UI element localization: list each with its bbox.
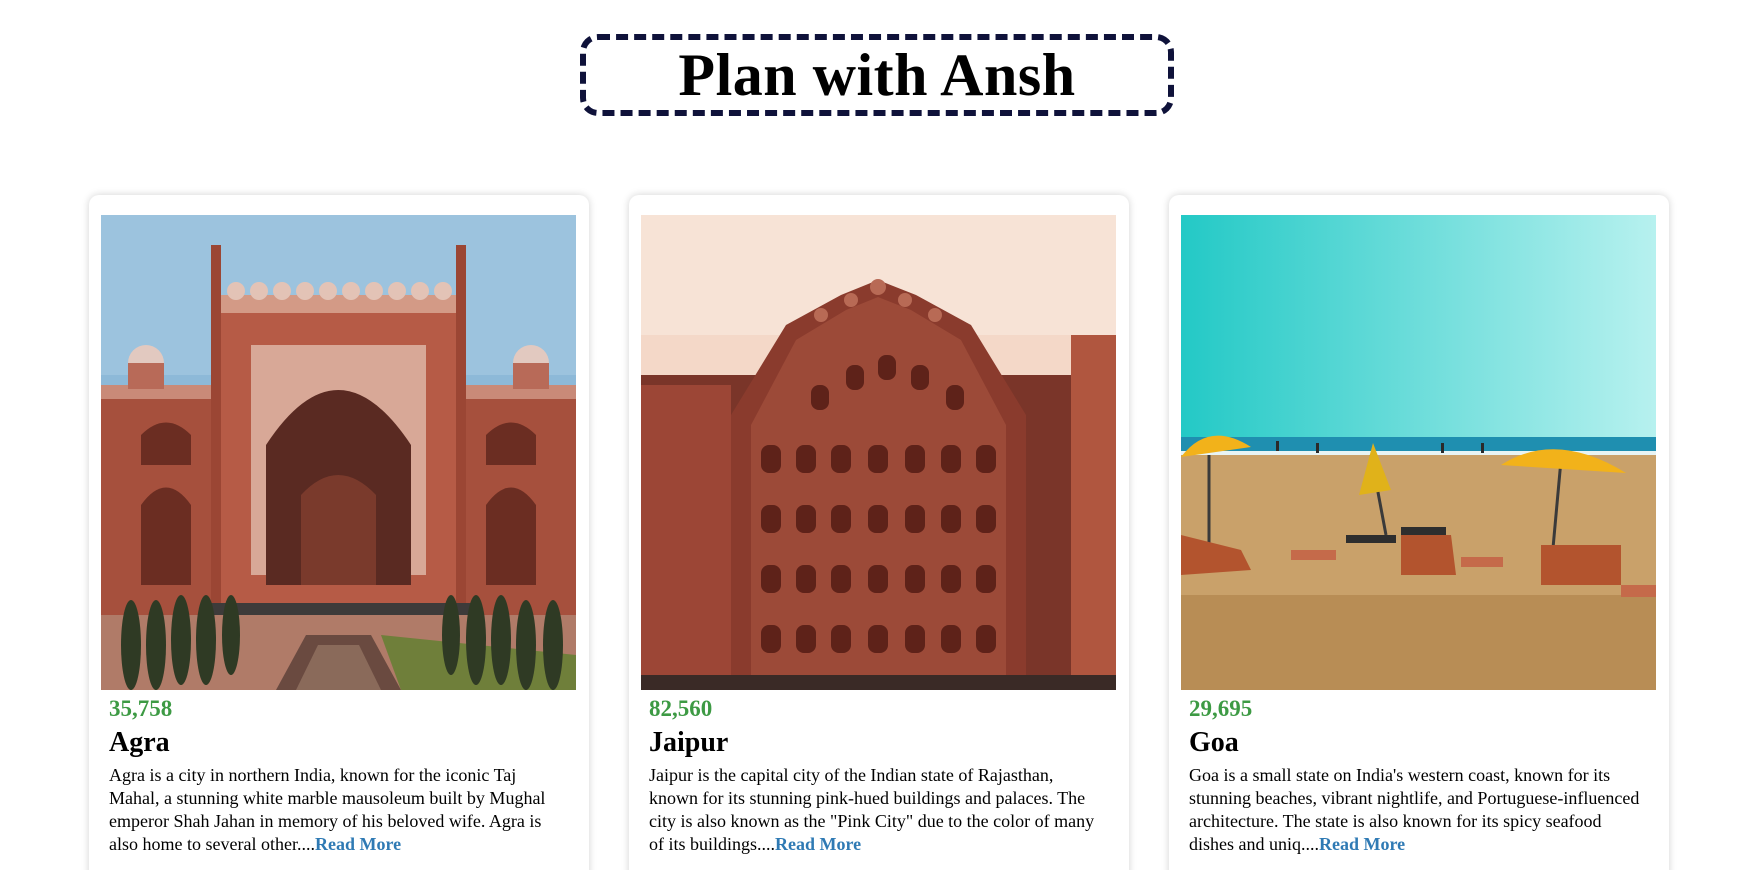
page: Plan with Ansh 35,758 Agra Agra is a cit… (0, 0, 1753, 870)
destination-card-agra[interactable]: 35,758 Agra Agra is a city in northern I… (89, 195, 589, 870)
header-box: Plan with Ansh (580, 34, 1174, 116)
jaipur-image (641, 215, 1116, 690)
description-text: Goa is a small state on India's western … (1189, 765, 1640, 854)
city-name: Goa (1189, 727, 1239, 758)
goa-image (1181, 215, 1656, 690)
read-more-link[interactable]: Read More (775, 834, 861, 854)
city-description: Jaipur is the capital city of the Indian… (649, 764, 1104, 856)
destination-card-goa[interactable]: 29,695 Goa Goa is a small state on India… (1169, 195, 1669, 870)
card-grid: 35,758 Agra Agra is a city in northern I… (89, 195, 1671, 870)
read-more-link[interactable]: Read More (1319, 834, 1405, 854)
city-description: Goa is a small state on India's western … (1189, 764, 1644, 856)
page-title: Plan with Ansh (678, 42, 1076, 108)
city-name: Jaipur (649, 727, 729, 758)
visitor-count: 35,758 (109, 696, 173, 721)
visitor-count: 82,560 (649, 696, 713, 721)
agra-image (101, 215, 576, 690)
read-more-link[interactable]: Read More (315, 834, 401, 854)
city-name: Agra (109, 727, 170, 758)
city-description: Agra is a city in northern India, known … (109, 764, 564, 856)
destination-card-jaipur[interactable]: 82,560 Jaipur Jaipur is the capital city… (629, 195, 1129, 870)
visitor-count: 29,695 (1189, 696, 1253, 721)
description-text: Jaipur is the capital city of the Indian… (649, 765, 1095, 854)
